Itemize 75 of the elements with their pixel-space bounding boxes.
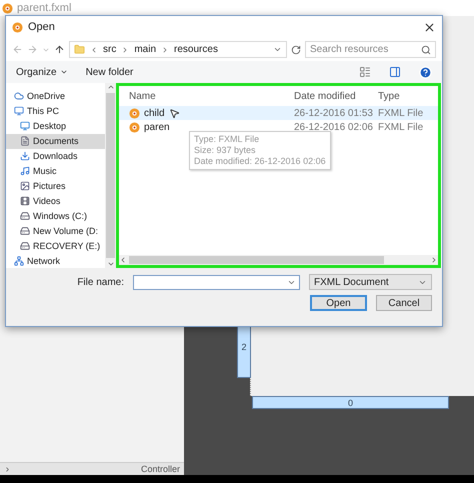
- window-title: parent.fxml: [17, 2, 72, 14]
- drive-icon: [20, 226, 30, 236]
- address-bar[interactable]: src main resources: [69, 41, 287, 58]
- film-icon: [20, 196, 30, 206]
- dialog-title: Open: [28, 21, 55, 33]
- expand-icon: [4, 466, 11, 472]
- view-icon[interactable]: [359, 66, 371, 78]
- scroll-up-icon[interactable]: [106, 83, 114, 91]
- picture-icon: [20, 180, 30, 191]
- column-header[interactable]: Type: [378, 90, 438, 102]
- file-type: FXML File: [378, 122, 424, 132]
- monitor-icon: [20, 121, 30, 132]
- up-icon[interactable]: [54, 44, 65, 55]
- tooltip-line: Date modified: 26-12-2016 02:06: [194, 156, 326, 167]
- file-name: child: [144, 108, 165, 118]
- scrollbar[interactable]: [119, 255, 438, 265]
- path-segment[interactable]: resources: [174, 44, 218, 55]
- dropdown-icon[interactable]: [273, 45, 282, 54]
- scroll-right-icon[interactable]: [430, 256, 438, 264]
- refresh-icon[interactable]: [291, 44, 301, 54]
- search-icon: [421, 44, 431, 54]
- organize-button[interactable]: Organize: [16, 66, 68, 78]
- nav-item[interactable]: Videos: [6, 193, 105, 208]
- network-icon: [14, 256, 24, 266]
- new-folder-button[interactable]: New folder: [86, 66, 134, 78]
- document-icon: [20, 136, 30, 146]
- cloud-icon: [14, 91, 24, 102]
- file-date: 26-12-2016 01:53: [294, 108, 373, 118]
- close-icon[interactable]: [423, 20, 436, 34]
- file-date: 26-12-2016 02:06: [294, 122, 373, 132]
- cursor-icon: [168, 108, 180, 118]
- nav-item[interactable]: RECOVERY (E:): [6, 238, 105, 254]
- nav-item[interactable]: OneDrive: [6, 89, 105, 104]
- help-icon[interactable]: [419, 66, 432, 78]
- file-type: FXML File: [378, 108, 424, 118]
- path-segment[interactable]: src: [103, 44, 116, 55]
- file-name: paren: [144, 122, 170, 132]
- file-name-label: File name:: [77, 276, 124, 288]
- scroll-down-icon[interactable]: [106, 260, 114, 268]
- file-row[interactable]: paren 26-12-2016 02:06 FXML File: [119, 120, 438, 134]
- nav-item[interactable]: Desktop: [6, 118, 105, 134]
- column-constraint[interactable]: 0: [252, 396, 449, 409]
- drive-icon: [20, 240, 30, 251]
- nav-item[interactable]: Documents: [6, 134, 105, 149]
- nav-item[interactable]: Network: [6, 253, 105, 268]
- fxml-file-icon: [129, 122, 140, 132]
- drive-icon: [20, 210, 30, 221]
- computer-icon: [14, 106, 24, 116]
- fxml-file-icon: [129, 108, 140, 118]
- nav-item[interactable]: This PC: [6, 104, 105, 119]
- file-name-field[interactable]: [133, 274, 300, 290]
- search-field[interactable]: Search resources: [305, 41, 436, 58]
- open-button[interactable]: Open: [310, 295, 367, 311]
- controller-bar[interactable]: Controller: [0, 462, 184, 475]
- nav-item[interactable]: Downloads: [6, 148, 105, 164]
- file-row[interactable]: child 26-12-2016 01:53 FXML File: [119, 106, 438, 120]
- path-segment[interactable]: main: [134, 44, 156, 55]
- column-header[interactable]: Date modified: [294, 90, 378, 102]
- preview-pane-icon[interactable]: [389, 66, 401, 78]
- nav-item[interactable]: Windows (C:): [6, 208, 105, 224]
- nav-item[interactable]: Pictures: [6, 178, 105, 194]
- tooltip-line: Type: FXML File: [194, 134, 260, 145]
- cancel-button[interactable]: Cancel: [376, 295, 432, 311]
- download-icon: [20, 151, 30, 162]
- music-note-icon: [20, 166, 30, 176]
- caret-icon: [60, 68, 68, 76]
- tooltip-line: Size: 937 bytes: [194, 145, 257, 156]
- nav-item[interactable]: New Volume (D:: [6, 223, 105, 238]
- folder-icon: [74, 44, 85, 55]
- scroll-left-icon[interactable]: [119, 256, 127, 264]
- nav-item[interactable]: Music: [6, 164, 105, 179]
- scrollbar[interactable]: [105, 83, 116, 268]
- column-header[interactable]: Name: [129, 90, 294, 102]
- file-type-dropdown[interactable]: FXML Document: [309, 274, 432, 290]
- fxml-file-icon: [12, 22, 23, 32]
